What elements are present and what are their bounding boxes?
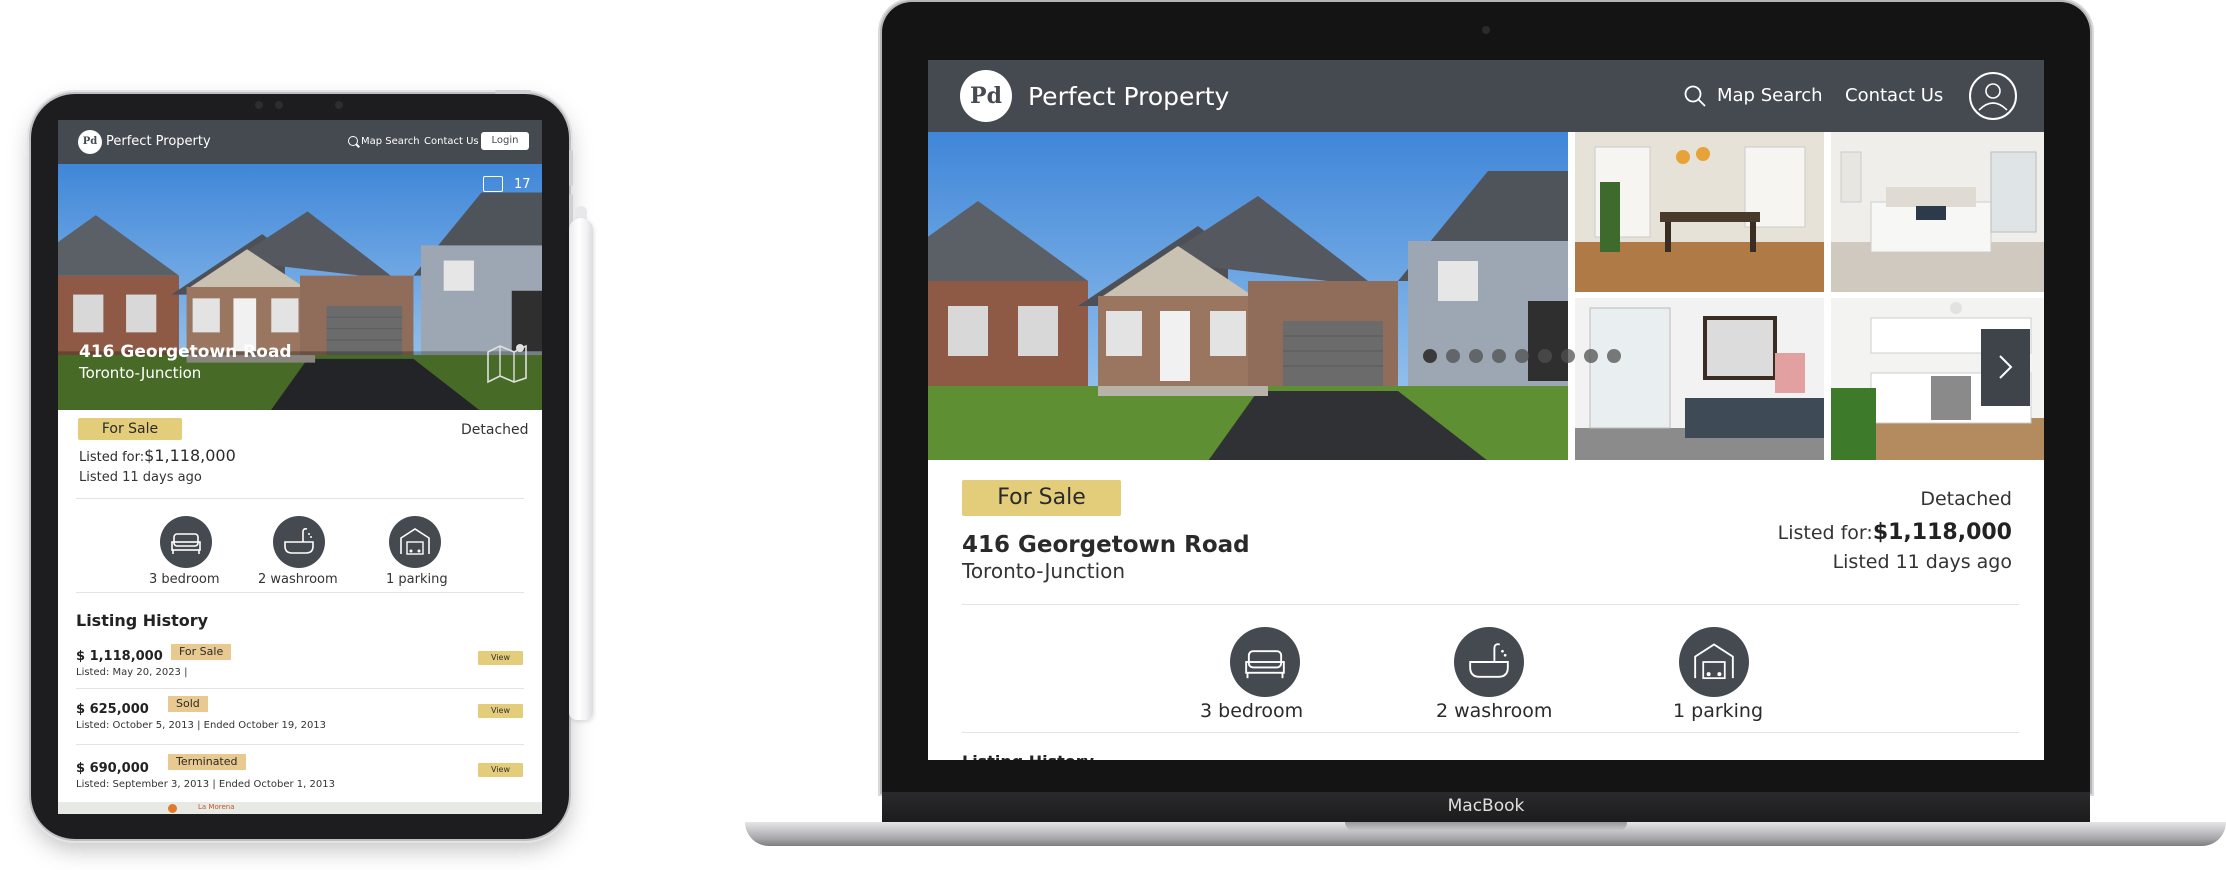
address-line2: Toronto-Junction	[962, 559, 1126, 583]
map-preview[interactable]: La Morena	[58, 802, 542, 814]
history-dates: Listed: May 20, 2023 |	[76, 667, 188, 678]
bed-icon	[1230, 627, 1300, 697]
nav-map-search[interactable]: Map Search	[361, 136, 420, 147]
history-price: $ 625,000	[76, 702, 149, 717]
tablet-top-button	[495, 90, 531, 94]
history-view-button[interactable]: View	[478, 704, 523, 718]
gallery-dot[interactable]	[1538, 349, 1552, 363]
tablet-parking-label: 1 parking	[386, 572, 448, 587]
main-photo[interactable]	[928, 132, 1568, 460]
bathtub-icon	[273, 516, 325, 568]
tablet-status-badge: For Sale	[78, 418, 182, 440]
site-header: Pd Perfect Property Map Search Contact U…	[928, 60, 2044, 132]
laptop-camera	[1482, 26, 1490, 34]
gallery-dot[interactable]	[1446, 349, 1460, 363]
history-status-badge: Sold	[168, 696, 208, 712]
tablet-header: Pd Perfect Property Map Search Contact U…	[58, 120, 542, 164]
gallery-dot[interactable]	[1492, 349, 1506, 363]
thumb-dining-photo[interactable]	[1575, 132, 1824, 292]
divider	[76, 592, 524, 593]
address-line1: 416 Georgetown Road	[962, 532, 1250, 558]
status-badge: For Sale	[962, 480, 1121, 516]
bed-icon	[160, 516, 212, 568]
tablet-volume-button	[569, 150, 573, 186]
thumb-bathroom-photo[interactable]	[1575, 298, 1824, 460]
history-view-button[interactable]: View	[478, 651, 523, 665]
map-poi-icon	[168, 804, 177, 813]
brand-logo[interactable]: Pd	[960, 70, 1012, 122]
laptop-screen: Pd Perfect Property Map Search Contact U…	[928, 60, 2044, 760]
chevron-right-icon	[1999, 355, 2013, 379]
price-row: Listed for:$1,118,000	[1778, 520, 2012, 545]
listed-ago: Listed 11 days ago	[1832, 551, 2012, 573]
gallery-dot[interactable]	[1584, 349, 1598, 363]
tablet-address-line2: Toronto-Junction	[79, 364, 202, 382]
gallery-dot-active[interactable]	[1423, 349, 1437, 363]
tablet-screen: Pd Perfect Property Map Search Contact U…	[58, 120, 542, 814]
laptop-brand-label: MacBook	[1447, 796, 1525, 816]
bathtub-icon	[1454, 627, 1524, 697]
listed-for-label: Listed for:	[79, 450, 145, 465]
price: $1,118,000	[1872, 520, 2012, 545]
history-dates: Listed: October 5, 2013 | Ended October …	[76, 720, 327, 731]
bedroom-label: 3 bedroom	[1200, 700, 1304, 722]
history-dates: Listed: September 3, 2013 | Ended Octobe…	[76, 779, 335, 790]
nav-contact-us[interactable]: Contact Us	[424, 136, 479, 147]
nav-map-search[interactable]: Map Search	[1717, 85, 1823, 106]
gallery-next-button[interactable]	[1981, 329, 2030, 406]
map-icon[interactable]	[486, 342, 528, 384]
photo-gallery	[928, 132, 2044, 460]
gallery-dot[interactable]	[1515, 349, 1529, 363]
tablet-price: $1,118,000	[144, 446, 236, 465]
gallery-dot[interactable]	[1469, 349, 1483, 363]
divider	[76, 498, 524, 499]
gallery-dot[interactable]	[1607, 349, 1621, 363]
gallery-dot[interactable]	[1561, 349, 1575, 363]
login-button[interactable]: Login	[481, 132, 529, 150]
listing-history-title-cutoff: Listing History	[962, 752, 1094, 760]
history-row: $ 690,000 Terminated Listed: September 3…	[58, 754, 542, 804]
stylus-pencil	[569, 218, 593, 720]
photo-count: 17	[514, 177, 531, 192]
photo-gallery-icon[interactable]	[483, 176, 503, 192]
tablet-camera-bar	[255, 101, 345, 109]
history-status-badge: Terminated	[168, 754, 246, 770]
property-type: Detached	[1920, 488, 2012, 510]
tablet-bedroom-label: 3 bedroom	[149, 572, 220, 587]
divider	[962, 732, 2019, 733]
history-status-badge: For Sale	[171, 644, 232, 660]
history-view-button[interactable]: View	[478, 763, 523, 777]
divider	[76, 744, 524, 745]
tablet-listed-ago: Listed 11 days ago	[79, 470, 202, 485]
divider	[76, 688, 524, 689]
history-price: $ 1,118,000	[76, 649, 163, 664]
tablet-price-row: Listed for:$1,118,000	[79, 446, 236, 465]
history-row: $ 625,000 Sold Listed: October 5, 2013 |…	[58, 696, 542, 746]
tablet-washroom-label: 2 washroom	[258, 572, 338, 587]
nav-contact-us[interactable]: Contact Us	[1845, 85, 1943, 106]
divider	[962, 604, 2019, 605]
garage-icon	[389, 516, 441, 568]
history-row: $ 1,118,000 For Sale Listed: May 20, 202…	[58, 643, 542, 693]
history-price: $ 690,000	[76, 761, 149, 776]
garage-icon	[1679, 627, 1749, 697]
brand-logo[interactable]: Pd	[78, 130, 102, 154]
search-icon-handle	[356, 143, 360, 148]
user-avatar-icon[interactable]	[1969, 72, 2017, 120]
tablet-address-line1: 416 Georgetown Road	[79, 342, 292, 362]
washroom-label: 2 washroom	[1436, 700, 1553, 722]
tablet-property-type: Detached	[461, 422, 529, 438]
map-label: La Morena	[198, 803, 235, 811]
search-icon[interactable]	[1683, 84, 1707, 108]
listing-history-title: Listing History	[76, 611, 209, 630]
brand-name[interactable]: Perfect Property	[106, 134, 211, 149]
thumb-bedroom-photo[interactable]	[1831, 132, 2044, 292]
brand-name[interactable]: Perfect Property	[1028, 82, 1229, 111]
listed-for-label: Listed for:	[1777, 522, 1873, 544]
parking-label: 1 parking	[1673, 700, 1764, 722]
laptop-notch	[1345, 822, 1627, 831]
